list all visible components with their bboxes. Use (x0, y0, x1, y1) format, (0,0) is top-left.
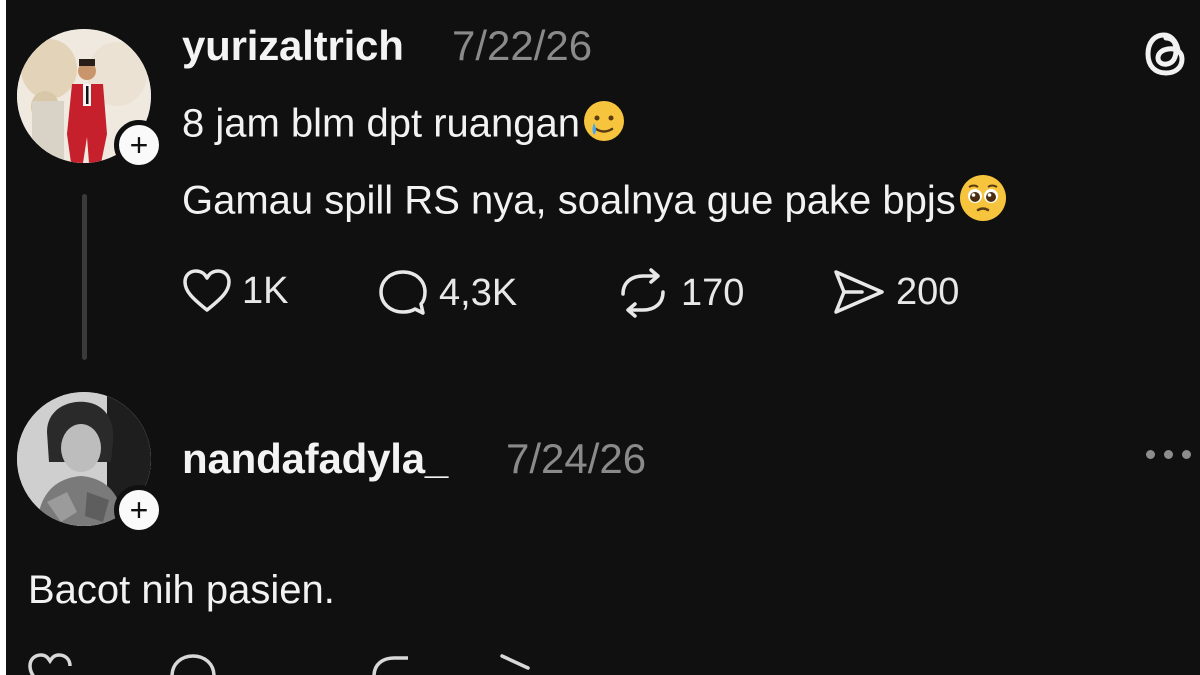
comment-icon (379, 270, 427, 315)
plus-icon: + (129, 127, 149, 163)
share-count: 200 (896, 270, 960, 313)
share-button[interactable]: 200 (832, 268, 959, 316)
repost-count: 170 (681, 271, 745, 314)
repost-icon (621, 268, 665, 318)
reply-text: Bacot nih pasien. (28, 568, 335, 612)
follow-button[interactable]: + (114, 120, 164, 170)
follow-button[interactable]: + (114, 485, 164, 535)
repost-icon[interactable] (368, 652, 418, 675)
thread-connector (82, 194, 87, 360)
heart-icon (183, 269, 231, 312)
post-text-line: Gamau spill RS nya, soalnya gue pake bpj… (182, 173, 1008, 233)
heart-icon[interactable] (28, 652, 72, 675)
plus-icon: + (129, 492, 149, 528)
like-button[interactable]: 1K (182, 268, 288, 314)
post-text-line: 8 jam blm dpt ruangan (182, 99, 626, 153)
face-holding-back-tears-smile-icon (582, 99, 626, 153)
post-text: 8 jam blm dpt ruangan (182, 101, 581, 146)
share-icon[interactable] (498, 652, 548, 675)
post-text: Gamau spill RS nya, soalnya gue pake bpj… (182, 178, 956, 223)
like-count: 1K (242, 269, 289, 312)
reply-button[interactable]: 4,3K (377, 268, 517, 318)
post-date: 7/24/26 (506, 435, 647, 482)
pleading-face-icon (958, 173, 1008, 233)
share-icon (834, 270, 884, 314)
post-date: 7/22/26 (452, 22, 593, 69)
reply-count: 4,3K (439, 271, 518, 314)
username[interactable]: yurizaltrich (182, 22, 404, 70)
repost-button[interactable]: 170 (615, 268, 744, 318)
username[interactable]: nandafadyla_ (182, 435, 448, 483)
more-icon[interactable] (1146, 450, 1191, 459)
threads-logo-icon[interactable] (1142, 28, 1190, 85)
comment-icon[interactable] (168, 652, 218, 675)
threads-screen: + yurizaltrich 7/22/26 8 jam blm dpt rua… (6, 0, 1200, 675)
